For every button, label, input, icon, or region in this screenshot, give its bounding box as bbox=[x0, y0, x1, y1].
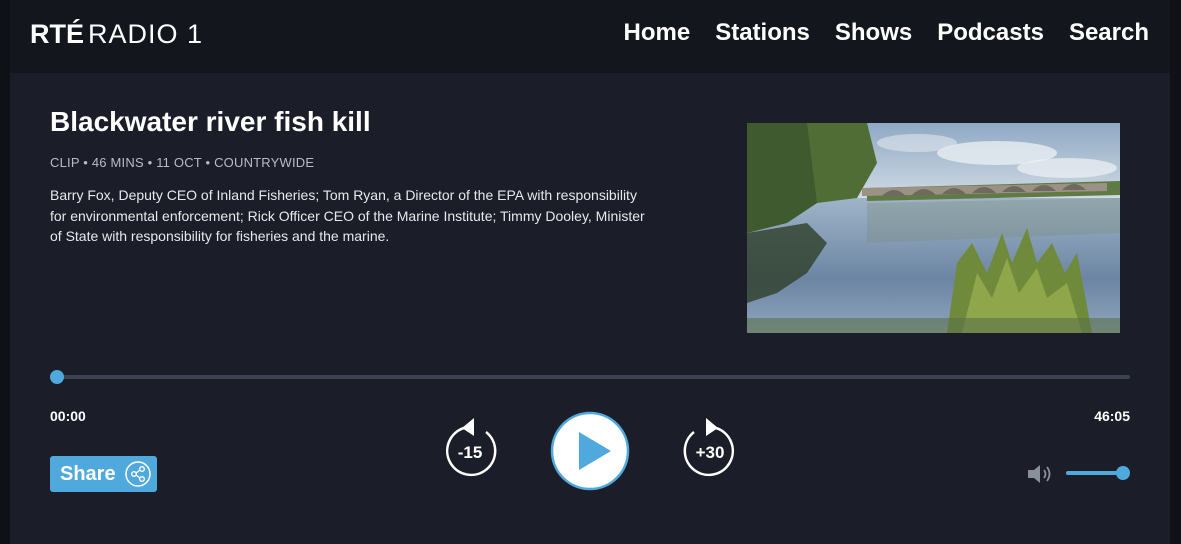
nav-stations-link[interactable]: Stations bbox=[715, 18, 810, 48]
current-time: 00:00 bbox=[50, 408, 86, 424]
volume-icon[interactable] bbox=[1026, 463, 1054, 490]
rewind-label: -15 bbox=[458, 443, 483, 462]
duration-time: 46:05 bbox=[1094, 408, 1130, 424]
share-button[interactable]: Share bbox=[50, 456, 157, 492]
share-icon bbox=[125, 461, 151, 492]
logo-station-text: RADIO 1 bbox=[88, 18, 204, 49]
rte-radio1-logo[interactable]: RTÉ RADIO 1 bbox=[30, 14, 203, 54]
volume-slider-fill bbox=[1066, 471, 1123, 475]
clip-meta: CLIP • 46 MINS • 11 OCT • COUNTRYWIDE bbox=[50, 155, 315, 170]
nav-search-link[interactable]: Search bbox=[1069, 18, 1149, 48]
top-nav-bar: RTÉ RADIO 1 Home Stations Shows Podcasts… bbox=[10, 0, 1170, 73]
rewind-15-button[interactable]: -15 bbox=[442, 416, 498, 483]
volume-slider-track[interactable] bbox=[1066, 471, 1123, 475]
nav-home-link[interactable]: Home bbox=[624, 18, 691, 48]
logo-rte-text: RTÉ bbox=[30, 18, 84, 49]
clip-thumbnail-image bbox=[747, 123, 1120, 333]
clip-description: Barry Fox, Deputy CEO of Inland Fisherie… bbox=[50, 187, 645, 244]
progress-track[interactable] bbox=[57, 375, 1130, 379]
share-label: Share bbox=[60, 462, 116, 485]
forward-label: +30 bbox=[696, 443, 725, 462]
main-nav: Home Stations Shows Podcasts Search bbox=[624, 18, 1150, 48]
play-button[interactable] bbox=[549, 410, 631, 497]
nav-shows-link[interactable]: Shows bbox=[835, 18, 912, 48]
volume-slider-handle[interactable] bbox=[1116, 466, 1130, 480]
clip-title: Blackwater river fish kill bbox=[50, 106, 371, 137]
forward-30-button[interactable]: +30 bbox=[682, 416, 738, 483]
progress-scrubber-handle[interactable] bbox=[50, 370, 64, 384]
nav-podcasts-link[interactable]: Podcasts bbox=[937, 18, 1044, 48]
